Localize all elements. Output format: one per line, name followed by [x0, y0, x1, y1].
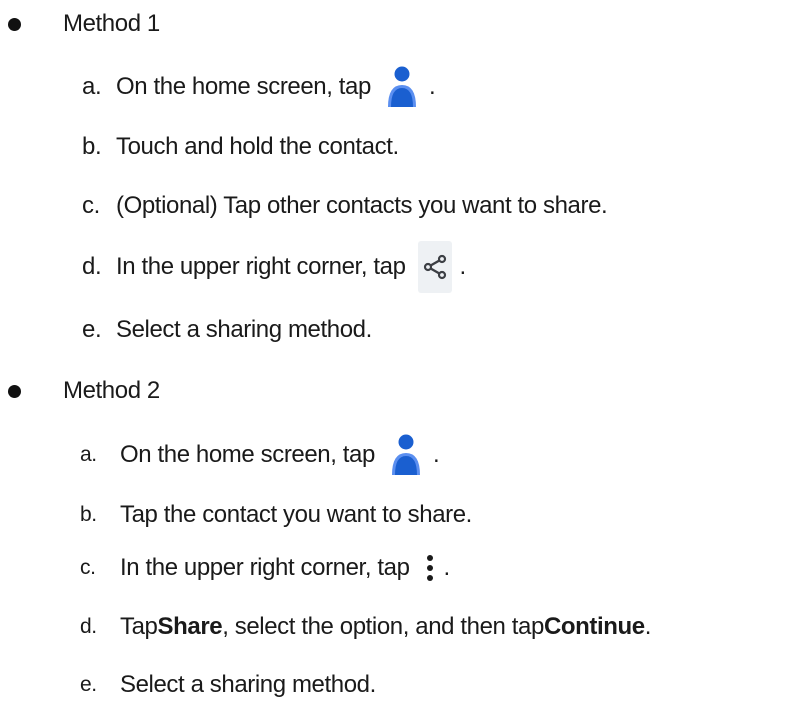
step-marker: a. [82, 73, 102, 100]
step-end: . [428, 73, 436, 100]
step-marker: c. [82, 192, 100, 219]
step-marker: b. [82, 133, 102, 160]
method-1-step-e: e. Select a sharing method. [82, 315, 372, 345]
method-2-step-d: d. Tap Share, select the option, and the… [80, 612, 651, 642]
method-2-heading: Method 2 [0, 377, 160, 405]
step-text: Touch and hold the contact. [116, 133, 399, 160]
method-1-step-c: c. (Optional) Tap other contacts you wan… [82, 191, 608, 221]
step-text: Tap the contact you want to share. [120, 501, 472, 528]
step-marker: e. [80, 673, 97, 696]
step-marker: d. [82, 253, 102, 280]
step-text-part: , select the option, and then tap [222, 613, 544, 640]
continue-option-label: Continue [543, 613, 645, 640]
bullet [8, 17, 21, 31]
step-text-part: Tap [120, 613, 158, 640]
step-text: Select a sharing method. [116, 316, 372, 343]
step-marker: d. [80, 615, 97, 638]
method-2-step-b: b. Tap the contact you want to share. [80, 500, 472, 530]
step-text-part: . [644, 613, 652, 640]
method-1-heading: Method 1 [0, 10, 160, 38]
method-2-step-e: e. Select a sharing method. [80, 670, 376, 700]
step-marker: a. [80, 443, 97, 466]
step-text: In the upper right corner, tap [116, 253, 406, 280]
step-text: Select a sharing method. [120, 671, 376, 698]
method-1-title: Method 1 [63, 10, 160, 37]
step-text: In the upper right corner, tap [120, 554, 410, 581]
method-2-step-a: a. On the home screen, tap . [80, 433, 440, 477]
step-text: (Optional) Tap other contacts you want t… [116, 192, 608, 219]
method-2-title: Method 2 [63, 377, 160, 404]
step-marker: e. [82, 316, 102, 343]
step-text: On the home screen, tap [116, 73, 371, 100]
share-icon [417, 241, 452, 293]
method-1-step-a: a. On the home screen, tap . [82, 65, 436, 109]
step-marker: c. [80, 556, 96, 579]
step-marker: b. [80, 503, 97, 526]
step-end: . [432, 441, 440, 468]
step-text: Tap Share, select the option, and then t… [120, 613, 651, 641]
method-1-step-b: b. Touch and hold the contact. [82, 132, 399, 162]
share-option-label: Share [157, 613, 223, 640]
bullet [8, 384, 21, 398]
step-end: . [443, 554, 451, 581]
method-2-step-c: c. In the upper right corner, tap . [80, 550, 450, 586]
contacts-person-icon [385, 65, 419, 109]
method-1-step-d: d. In the upper right corner, tap . [82, 241, 466, 293]
step-end: . [459, 253, 467, 280]
contacts-person-icon [389, 433, 423, 477]
instructions-page: Method 1 a. On the home screen, tap . b.… [0, 0, 801, 713]
step-text: On the home screen, tap [120, 441, 375, 468]
more-vertical-icon [424, 551, 436, 585]
